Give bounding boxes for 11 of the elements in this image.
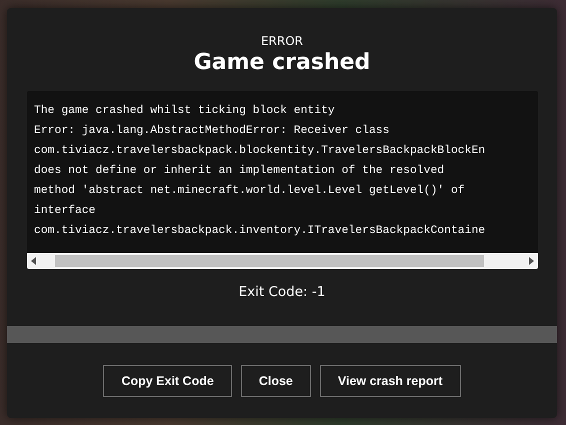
- scrollbar-thumb[interactable]: [55, 255, 484, 267]
- dialog-button[interactable]: Close: [240, 365, 311, 397]
- dialog-kicker: ERROR: [260, 34, 304, 48]
- scroll-left-icon[interactable]: [31, 257, 37, 265]
- dialog-title: Game crashed: [194, 50, 370, 75]
- scroll-right-icon[interactable]: [528, 257, 534, 265]
- horizontal-scrollbar[interactable]: [27, 253, 538, 269]
- dialog-button[interactable]: Copy Exit Code: [103, 365, 232, 397]
- exit-code-text: Exit Code: -1: [238, 284, 326, 300]
- dialog-button[interactable]: View crash report: [320, 365, 461, 397]
- crash-log-text: The game crashed whilst ticking block entity Error: java.lang.AbstractMethodError: Receiver class com.tiviacz.travelersbackpack.blockentity.TravelersBackpackBlockEn does not define or inherit an implementation of the resolved method 'abstract net.minecraft.world.level.Level getLevel()' of interface com.tiviacz.travelersbackpack.inventory.ITravelersBackpackContaine: [34, 104, 486, 239]
